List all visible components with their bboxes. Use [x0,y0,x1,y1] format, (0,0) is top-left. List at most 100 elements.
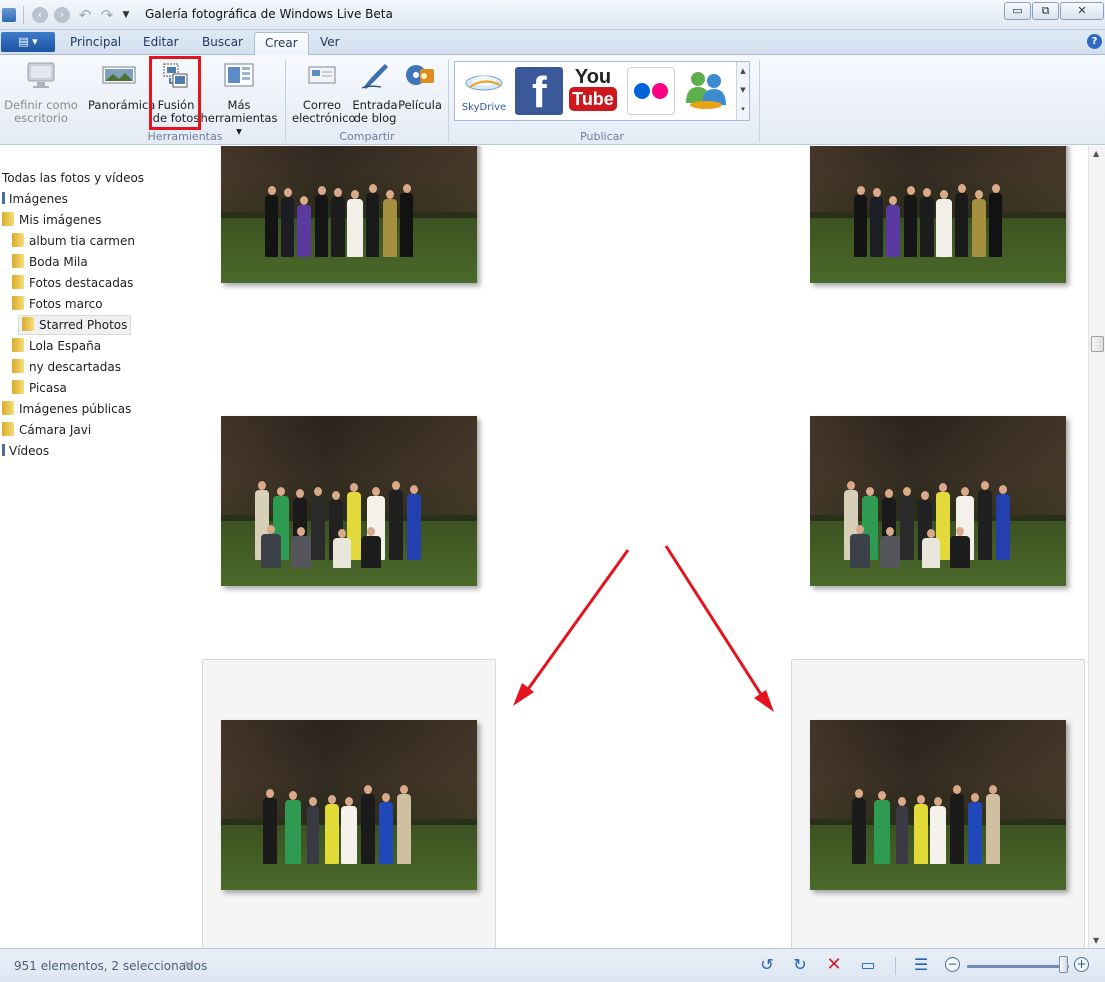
more-tools-button[interactable]: Más herramientas ▾ [200,61,278,138]
annotation-arrows [513,545,774,712]
nav-item-album-tia-carmen[interactable]: album tia carmen [12,231,135,251]
app-icon[interactable] [2,8,16,22]
library-icon [2,444,5,456]
details-view-icon[interactable]: ☰ [911,955,931,975]
nav-item-all-photos[interactable]: Todas las fotos y vídeos [2,168,144,188]
nav-item-boda-mila[interactable]: Boda Mila [12,252,88,272]
youtube-button[interactable]: You Tube [569,67,617,115]
nav-item-fotos-marco[interactable]: Fotos marco [12,294,103,314]
folder-icon [12,380,24,394]
nav-item-label: Cámara Javi [19,423,92,437]
messenger-button[interactable] [681,67,729,115]
nav-item-label: Todas las fotos y vídeos [2,171,145,185]
blog-post-button[interactable]: Entrada de blog [352,61,398,125]
zoom-slider-thumb[interactable] [1059,956,1068,973]
back-arrow-icon[interactable]: ‹ [32,7,48,23]
youtube-you-text: You [574,66,612,88]
gallery-scroll[interactable]: ▲ ▼ ▾ [736,62,749,120]
rotate-left-icon[interactable]: ↺ [757,955,777,975]
rotate-right-icon[interactable]: ↻ [790,955,810,975]
folder-icon [2,422,14,436]
nav-item-lola-espana[interactable]: Lola España [12,336,101,356]
panorama-label: Panorámica [88,98,156,112]
divider [285,60,286,142]
email-icon [308,66,336,84]
nav-item-fotos-destacadas[interactable]: Fotos destacadas [12,273,133,293]
help-icon[interactable]: ? [1087,34,1102,49]
vertical-scrollbar[interactable]: ▲ ▼ [1088,146,1105,948]
nav-item-label: Boda Mila [29,255,88,269]
folder-icon [12,233,24,247]
email-label-1: Correo [302,98,342,112]
tab-crear[interactable]: Crear [254,32,309,56]
nav-item-label: Imágenes públicas [19,402,132,416]
flickr-icon [634,83,668,99]
close-button[interactable]: ✕ [1060,2,1104,20]
nav-item-videos[interactable]: Vídeos [2,441,49,461]
divider [759,60,760,142]
nav-item-label: Picasa [29,381,67,395]
minimize-button[interactable]: ▭ [1004,2,1031,20]
movie-label: Película [398,98,442,112]
divider [23,6,24,24]
nav-item-imagenes[interactable]: Imágenes [2,189,68,209]
zoom-out-icon[interactable]: − [945,957,960,972]
zoom-slider-track[interactable] [967,965,1069,968]
skydrive-button[interactable]: SkyDrive [460,67,508,115]
movie-button[interactable]: Película [398,61,442,112]
folder-icon [2,212,14,226]
photo-grid [200,146,1088,948]
redo-icon[interactable]: ↷ [99,7,115,23]
nav-item-label: Fotos destacadas [29,276,134,290]
set-as-desktop-label-2: escritorio [14,111,68,125]
nav-item-picasa[interactable]: Picasa [12,378,67,398]
nav-item-ny-descartadas[interactable]: ny descartadas [12,357,121,377]
scrollbar-thumb[interactable] [1091,336,1104,352]
email-button[interactable]: Correo electrónico [292,61,356,125]
nav-item-starred-photos[interactable]: Starred Photos [18,315,132,335]
facebook-icon: f [532,68,547,116]
maximize-button[interactable]: ⧉ [1032,2,1059,20]
blog-post-label-1: Entrada [352,98,398,112]
forward-arrow-icon[interactable]: › [54,7,70,23]
nav-item-label: Vídeos [9,444,50,458]
delete-icon[interactable]: ✕ [824,955,844,975]
quick-access-dropdown-icon[interactable]: ▼ [118,7,134,23]
scroll-down-arrow-icon[interactable]: ▼ [1093,936,1099,945]
panorama-button[interactable]: Panorámica [88,61,155,112]
nav-item-camara-javi[interactable]: Cámara Javi [2,420,91,440]
tab-buscar[interactable]: Buscar [202,35,243,49]
annotation-arrowhead-right [754,690,774,712]
nav-item-mis-imagenes[interactable]: Mis imágenes [2,210,101,230]
skydrive-icon [465,75,503,91]
set-as-desktop-button[interactable]: Definir como escritorio [4,61,78,125]
tab-ver[interactable]: Ver [320,35,340,49]
divider [448,60,449,142]
set-as-desktop-label-1: Definir como [4,98,78,112]
facebook-button[interactable]: f [515,67,563,115]
ribbon-tab-bar: ▤ ▾ Principal Editar Buscar Crear Ver ? [0,30,1105,56]
library-icon [2,192,5,204]
nav-item-imagenes-publicas[interactable]: Imágenes públicas [2,399,131,419]
status-text: 951 elementos, 2 seleccionados [14,959,208,973]
tab-editar[interactable]: Editar [143,35,179,49]
group-label-herramientas: Herramientas [147,130,223,143]
slideshow-icon[interactable]: ▭ [858,955,878,975]
app-menu-button[interactable]: ▤ ▾ [1,32,55,52]
folder-icon [12,359,24,373]
tab-principal[interactable]: Principal [70,35,121,49]
panorama-icon [102,66,136,84]
annotation-highlight-box [149,56,201,130]
window-title: Galería fotográfica de Windows Live Beta [145,7,393,21]
nav-item-label: Mis imágenes [19,213,102,227]
blog-pen-icon [361,64,388,89]
nav-item-label: Lola España [29,339,102,353]
nav-item-label: ny descartadas [29,360,121,374]
folder-icon [2,401,14,415]
zoom-in-icon[interactable]: + [1074,957,1089,972]
scroll-up-arrow-icon[interactable]: ▲ [1093,149,1099,158]
flickr-button[interactable] [627,67,675,115]
undo-icon[interactable]: ↶ [77,7,93,23]
pencil-icon[interactable]: ✎ [183,959,193,973]
annotation-arrow-right [664,545,764,697]
